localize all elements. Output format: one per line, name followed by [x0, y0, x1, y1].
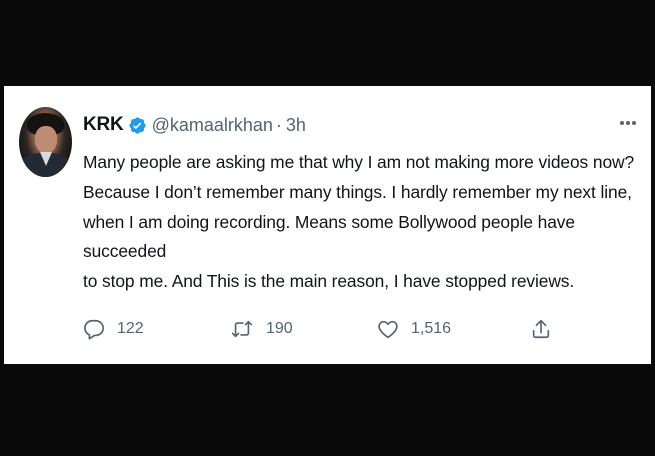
reply-count: 122 [117, 320, 144, 337]
display-name[interactable]: KRK [83, 114, 124, 136]
more-options-icon[interactable] [617, 115, 639, 127]
tweet-actions: 122 190 1,516 [83, 314, 643, 344]
tweet-card[interactable]: KRK @kamaalrkhan · 3h Many people are as… [4, 86, 651, 364]
tweet-header: KRK @kamaalrkhan · 3h [83, 112, 306, 138]
like-icon [377, 318, 399, 340]
timestamp[interactable]: 3h [286, 115, 306, 136]
share-icon [530, 317, 552, 341]
user-handle[interactable]: @kamaalrkhan [152, 115, 273, 136]
reply-button[interactable]: 122 [83, 314, 144, 344]
reply-icon [83, 318, 105, 340]
verified-badge-icon [128, 116, 147, 135]
retweet-count: 190 [266, 320, 293, 337]
screenshot-frame: KRK @kamaalrkhan · 3h Many people are as… [0, 0, 655, 456]
avatar-face [35, 126, 57, 153]
tweet-text: Many people are asking me that why I am … [83, 152, 635, 292]
like-count: 1,516 [411, 320, 452, 337]
retweet-icon [230, 318, 254, 340]
avatar[interactable] [19, 107, 72, 177]
like-button[interactable]: 1,516 [377, 314, 451, 344]
share-button[interactable] [530, 314, 552, 344]
retweet-button[interactable]: 190 [230, 314, 293, 344]
separator-dot: · [275, 114, 282, 135]
